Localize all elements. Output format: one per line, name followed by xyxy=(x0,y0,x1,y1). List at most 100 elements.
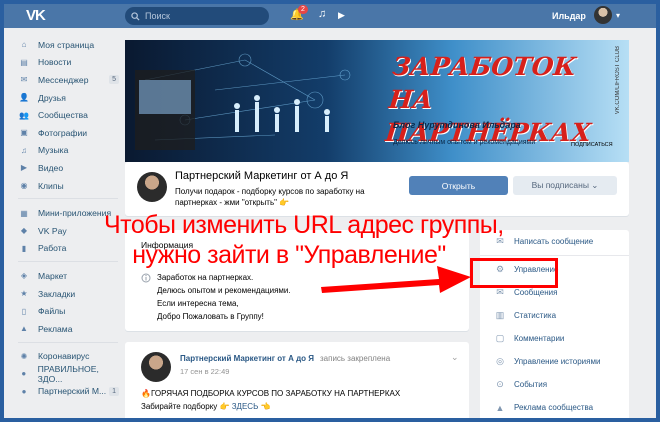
music-icon[interactable]: ♫ xyxy=(318,8,326,20)
sidebar-item-label: Мессенджер xyxy=(38,74,89,85)
cover-title-line1: ЗАРАБОТОК xyxy=(390,52,578,81)
sidebar-item[interactable]: ● Партнерский М... 1 xyxy=(18,383,123,401)
sidebar-item[interactable]: ▣ Фотографии xyxy=(18,124,123,142)
sidebar-item-label: Новости xyxy=(38,57,72,68)
sidebar-item-label: Моя страница xyxy=(38,39,95,50)
chat-icon: ✉ xyxy=(496,287,504,297)
sidebar-item-label: Партнерский М... xyxy=(38,386,107,397)
group-icon: ● xyxy=(21,386,27,396)
avatar[interactable] xyxy=(594,6,612,24)
chevron-down-icon[interactable]: ▾ xyxy=(616,11,620,20)
cover-title: ЗАРАБОТОК НА ПАРТНЁРКАХ xyxy=(384,50,629,149)
apps-icon: ▦ xyxy=(20,208,28,218)
sidebar-item[interactable]: ♫ Музыка xyxy=(18,142,123,160)
menu-separator xyxy=(480,255,629,256)
ads-icon: ▲ xyxy=(20,324,28,334)
search-input[interactable]: Поиск xyxy=(125,7,269,25)
post-pinned-label: запись закреплена xyxy=(320,354,391,363)
sidebar-item[interactable]: 👤 Друзья xyxy=(18,89,123,107)
events-icon: ⊙ xyxy=(496,379,504,389)
sidebar-item-count: 5 xyxy=(109,75,119,85)
group-menu-item[interactable]: ▥ Статистика xyxy=(480,304,629,327)
vk-page: VK Поиск 🔔 2 ♫ ▶ Ильдар ▾ ⌂ Моя страница ▤… xyxy=(4,4,656,418)
sidebar-item[interactable]: ▯ Файлы xyxy=(18,302,123,320)
messenger-icon: ✉ xyxy=(20,75,28,85)
group-status: Получи подарок - подборку курсов по зара… xyxy=(175,187,365,207)
photos-icon: ▣ xyxy=(20,128,28,138)
info-line: Добро Пожаловать в Группу! xyxy=(157,312,264,321)
info-line: Если интересна тема, xyxy=(157,299,239,308)
chevron-down-icon[interactable]: ⌄ xyxy=(451,352,459,363)
search-icon xyxy=(131,11,140,21)
post-text-line2: Забирайте подборку 👉 ЗДЕСЬ 👈 xyxy=(141,402,271,411)
subscribed-button[interactable]: Вы подписаны ⌄ xyxy=(513,176,617,195)
sidebar-item[interactable]: ● ПРАВИЛЬНОЕ, ЗДО... xyxy=(18,363,123,384)
sidebar-item[interactable]: 👥 Сообщества xyxy=(18,106,123,124)
play-icon[interactable]: ▶ xyxy=(338,10,345,21)
ads-icon: ▲ xyxy=(495,402,505,413)
friends-icon: 👤 xyxy=(19,93,29,103)
stats-icon: ▥ xyxy=(495,310,505,320)
post-text-prefix: Забирайте подборку 👉 xyxy=(141,402,232,411)
files-icon: ▯ xyxy=(21,306,27,316)
sidebar-item[interactable]: ▲ Реклама xyxy=(18,320,123,338)
home-icon: ⌂ xyxy=(21,40,27,50)
info-description: Заработок на партнерках. Делюсь опытом и… xyxy=(157,271,291,323)
search-placeholder: Поиск xyxy=(145,11,170,21)
sidebar-item-label: Закладки xyxy=(38,288,76,299)
post-text-line1: 🔥ГОРЯЧАЯ ПОДБОРКА КУРСОВ ПО ЗАРАБОТКУ НА… xyxy=(141,389,401,398)
sidebar-item[interactable]: ✺ Коронавирус xyxy=(18,348,123,366)
notifications-badge: 2 xyxy=(298,5,308,14)
group-avatar[interactable] xyxy=(137,172,167,202)
group-menu-item[interactable]: ◎ Управление историями xyxy=(480,350,629,373)
clips-icon: ◉ xyxy=(20,181,28,191)
group-menu-item-label: Сообщения xyxy=(514,288,558,297)
post-avatar[interactable] xyxy=(141,352,171,382)
post-author[interactable]: Партнерский Маркетинг от А до Я xyxy=(180,354,314,363)
sidebar-item[interactable]: ▤ Новости xyxy=(18,54,123,72)
sidebar-item[interactable]: ✉ Мессенджер 5 xyxy=(18,71,123,89)
group-header: Партнерский Маркетинг от А до Я Получи п… xyxy=(125,162,629,216)
cover-club-url: VK.COM/LIFROST CLUB xyxy=(615,46,621,115)
group-menu-item[interactable]: ▢ Комментарии xyxy=(480,327,629,350)
sidebar-item-label: Файлы xyxy=(38,306,66,317)
sidebar-item-label: ПРАВИЛЬНОЕ, ЗДО... xyxy=(37,363,99,384)
video-icon: ▶ xyxy=(20,163,28,173)
sidebar-item[interactable]: ⌂ Моя страница xyxy=(18,36,123,54)
info-icon xyxy=(141,273,151,283)
cover-tagline: Делюсь личным опытом и рекомендациями xyxy=(393,139,536,146)
group-menu-item[interactable]: ⊙ События xyxy=(480,373,629,396)
sidebar-item[interactable]: ★ Закладки xyxy=(18,285,123,303)
group-menu-item-label: Статистика xyxy=(514,311,557,320)
sidebar-separator xyxy=(18,261,118,263)
post-date[interactable]: 17 сен в 22:49 xyxy=(180,367,229,376)
group-menu-item[interactable]: ▲ Реклама сообщества xyxy=(480,396,629,418)
work-icon: ▮ xyxy=(21,243,27,253)
sidebar-item-label: Маркет xyxy=(38,270,68,281)
post-link[interactable]: ЗДЕСЬ xyxy=(232,402,259,411)
group-name: Партнерский Маркетинг от А до Я xyxy=(175,170,349,182)
info-line: Заработок на партнерках. xyxy=(157,273,254,282)
vk-logo[interactable]: VK xyxy=(26,7,46,24)
open-button[interactable]: Открыть xyxy=(409,176,508,195)
sidebar-separator xyxy=(18,341,118,343)
sidebar-item-label: Видео xyxy=(38,162,64,173)
user-name[interactable]: Ильдар xyxy=(552,11,586,21)
group-menu-item-label: Управление историями xyxy=(514,357,601,366)
sidebar-item-count: 1 xyxy=(109,386,119,396)
sidebar-separator xyxy=(18,198,118,200)
bookmarks-icon: ★ xyxy=(20,289,28,299)
annotation-arrow xyxy=(321,266,471,293)
top-bar: VK Поиск 🔔 2 ♫ ▶ Ильдар ▾ xyxy=(4,4,656,28)
info-line: Делюсь опытом и рекомендациями. xyxy=(157,286,291,295)
sidebar-item-label: Реклама xyxy=(38,323,73,334)
coronavirus-icon: ✺ xyxy=(20,351,28,361)
sidebar-item[interactable]: ◉ Клипы xyxy=(18,177,123,195)
group-menu-item-label: Комментарии xyxy=(514,334,565,343)
communities-icon: 👥 xyxy=(19,110,29,120)
group-icon: ● xyxy=(21,369,27,379)
sidebar-item-label: Музыка xyxy=(38,145,69,156)
sidebar-item-label: Друзья xyxy=(38,92,66,103)
sidebar-item-label: Фотографии xyxy=(38,127,88,138)
sidebar-item[interactable]: ▶ Видео xyxy=(18,159,123,177)
